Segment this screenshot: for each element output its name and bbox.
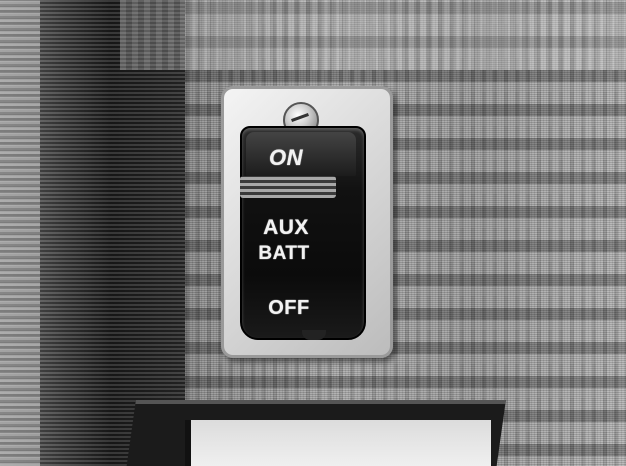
batt-label: BATT (258, 243, 310, 264)
rocker-grip-ridges (240, 176, 336, 198)
aux-label: AUX (263, 216, 309, 239)
off-label: OFF (268, 297, 310, 319)
photo-scene: ON AUX BATT OFF (0, 0, 626, 466)
wall-texture-edge (0, 0, 40, 466)
rocker-bottom-lip (302, 330, 326, 340)
bottom-light-panel (185, 420, 491, 466)
wall-highlight (120, 0, 626, 70)
on-label: ON (269, 145, 303, 170)
